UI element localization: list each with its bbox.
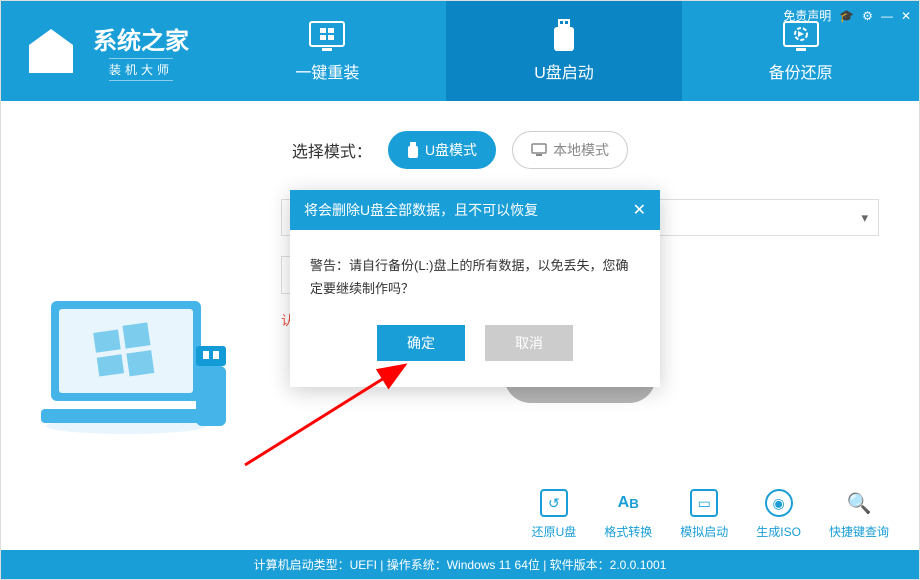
- simulate-icon: ▭: [690, 489, 718, 517]
- iso-icon: ◉: [765, 489, 793, 517]
- mode-usb-button[interactable]: U盘模式: [388, 131, 496, 169]
- tool-shortcuts-label: 快捷键查询: [829, 523, 889, 540]
- dialog-ok-button[interactable]: 确定: [377, 325, 465, 361]
- brand-subtitle: 装机大师: [109, 58, 173, 81]
- logo-icon: [21, 21, 81, 81]
- monitor-small-icon: [531, 143, 547, 157]
- tab-usb-label: U盘启动: [534, 59, 594, 83]
- tab-reinstall-label: 一键重装: [295, 59, 359, 83]
- mode-row: 选择模式： U盘模式 本地模式: [41, 131, 879, 169]
- confirm-dialog: 将会删除U盘全部数据，且不可以恢复 ✕ 警告：请自行备份(L:)盘上的所有数据，…: [290, 190, 660, 387]
- tool-shortcuts[interactable]: 🔍 快捷键查询: [829, 489, 889, 540]
- brand-title: 系统之家: [93, 21, 189, 56]
- tab-backup-label: 备份还原: [769, 59, 833, 83]
- mode-usb-label: U盘模式: [425, 140, 477, 160]
- dialog-close-icon[interactable]: ✕: [633, 200, 646, 220]
- tab-usb[interactable]: U盘启动: [446, 1, 683, 101]
- status-text: 计算机启动类型：UEFI | 操作系统：Windows 11 64位 | 软件版…: [254, 558, 667, 572]
- disclaimer-link[interactable]: 免责声明: [783, 7, 831, 24]
- tool-convert[interactable]: AB 格式转换: [604, 489, 652, 540]
- convert-icon: AB: [614, 489, 642, 517]
- tool-convert-label: 格式转换: [604, 523, 652, 540]
- bottom-tools: ↺ 还原U盘 AB 格式转换 ▭ 模拟启动 ◉ 生成ISO 🔍 快捷键查询: [532, 489, 889, 540]
- shortcuts-icon: 🔍: [845, 489, 873, 517]
- mode-local-label: 本地模式: [553, 140, 609, 160]
- tab-reinstall[interactable]: 一键重装: [209, 1, 446, 101]
- logo-area: 系统之家 装机大师: [1, 1, 209, 101]
- tool-restore-label: 还原U盘: [532, 523, 577, 540]
- reinstall-icon: [307, 19, 347, 53]
- restore-icon: ↺: [540, 489, 568, 517]
- illustration: [41, 291, 241, 456]
- tool-restore[interactable]: ↺ 还原U盘: [532, 489, 577, 540]
- usb-icon: [544, 19, 584, 53]
- close-icon[interactable]: ✕: [901, 9, 911, 23]
- tool-iso-label: 生成ISO: [756, 523, 801, 540]
- mode-local-button[interactable]: 本地模式: [512, 131, 628, 169]
- usb-small-icon: [407, 142, 419, 158]
- mode-label: 选择模式：: [292, 138, 372, 162]
- tool-iso[interactable]: ◉ 生成ISO: [756, 489, 801, 540]
- settings-icon[interactable]: ⚙: [862, 9, 873, 23]
- titlebar-controls: 免责声明 🎓 ⚙ — ✕: [783, 7, 911, 24]
- app-header: 免责声明 🎓 ⚙ — ✕ 系统之家 装机大师 一键重装 U盘启动: [1, 1, 919, 101]
- tool-simulate-label: 模拟启动: [680, 523, 728, 540]
- minimize-icon[interactable]: —: [881, 9, 893, 23]
- hat-icon[interactable]: 🎓: [839, 9, 854, 23]
- dialog-title: 将会删除U盘全部数据，且不可以恢复: [304, 200, 538, 220]
- dialog-footer: 确定 取消: [290, 325, 660, 387]
- dialog-header: 将会删除U盘全部数据，且不可以恢复 ✕: [290, 190, 660, 230]
- tool-simulate[interactable]: ▭ 模拟启动: [680, 489, 728, 540]
- backup-icon: [781, 19, 821, 53]
- logo-text: 系统之家 装机大师: [93, 21, 189, 81]
- dialog-cancel-button[interactable]: 取消: [485, 325, 573, 361]
- dialog-body: 警告：请自行备份(L:)盘上的所有数据，以免丢失，您确定要继续制作吗？: [290, 230, 660, 325]
- status-bar: 计算机启动类型：UEFI | 操作系统：Windows 11 64位 | 软件版…: [1, 550, 919, 579]
- chevron-down-icon: ▾: [861, 210, 868, 226]
